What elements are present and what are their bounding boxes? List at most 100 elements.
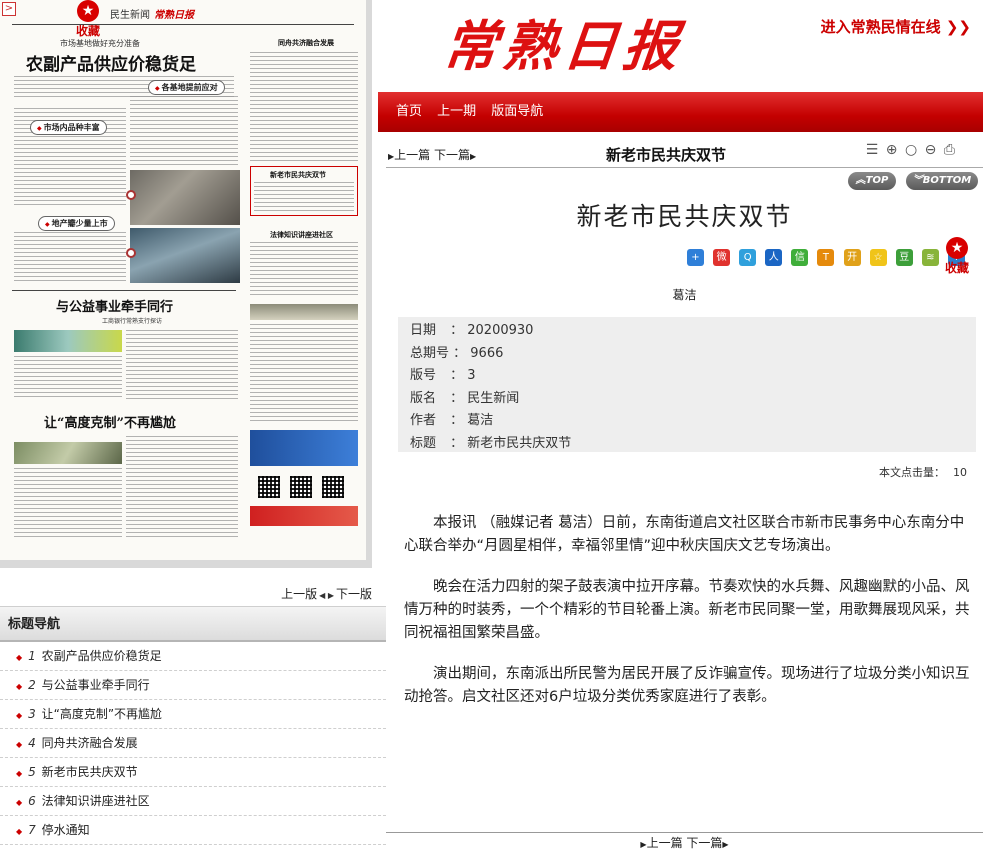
charity-headline-thumb: 与公益事业牵手同行: [56, 300, 174, 315]
qr-code: [290, 476, 312, 498]
favorite-button[interactable]: ★ 收藏: [945, 237, 969, 276]
bottom-label: BOTTOM: [922, 175, 972, 186]
topic-num: 7: [28, 823, 36, 837]
masthead-rule: [12, 24, 354, 25]
topic-item-2[interactable]: ◆ 2 与公益事业牵手同行: [0, 671, 386, 700]
go-to-bottom-button[interactable]: ︾BOTTOM: [906, 172, 978, 190]
topic-label: 新老市民共庆双节: [41, 765, 138, 779]
print-icon[interactable]: ⎙: [944, 142, 955, 158]
topic-item-6[interactable]: ◆ 6 法律知识讲座进社区: [0, 787, 386, 816]
text-block: [126, 330, 238, 400]
photo-marker: [126, 190, 136, 200]
topic-item-1[interactable]: ◆ 1 农副产品供应价稳货足: [0, 642, 386, 671]
article-headline: 新老市民共庆双节: [576, 202, 793, 231]
meta-key: 版名: [410, 390, 437, 406]
photo-vendor: [130, 228, 240, 283]
qr-code: [258, 476, 280, 498]
meta-key: 标题: [410, 435, 437, 451]
plus-share-icon[interactable]: +: [687, 249, 704, 266]
article-toolbar: ▶上一篇 下一篇▶ 新老市民共庆双节 ☰ ⊕ ○ ⊖ ⎙: [386, 141, 983, 168]
double-chevron-up-icon: ︽: [855, 175, 866, 186]
renren-icon[interactable]: 人: [765, 249, 783, 266]
meta-key: 总期号: [410, 345, 450, 361]
next-article-link-bottom[interactable]: 下一篇: [686, 836, 722, 850]
minqing-online-link[interactable]: 进入常熟民情在线 ❯❯: [821, 16, 971, 37]
meta-key: 作者: [410, 413, 437, 428]
meta-page-name: 版名 ： 民生新闻: [410, 388, 976, 411]
topic-label: 停水通知: [41, 823, 90, 837]
text-block: [126, 436, 238, 538]
author-line: 葛洁: [672, 288, 697, 302]
qzone-icon[interactable]: Q: [739, 249, 757, 266]
favorite-button-thumbnail[interactable]: ★ 收藏: [76, 0, 100, 39]
hit-value: 10: [953, 466, 967, 479]
meta-page-num: 版号 ： 3: [410, 365, 976, 388]
prev-article-link-bottom[interactable]: 上一篇: [647, 836, 683, 850]
view-tools: ☰ ⊕ ○ ⊖ ⎙: [863, 142, 955, 158]
myopia-headline-thumb: 让“高度克制”不再尴尬: [44, 416, 176, 431]
kaixin-icon[interactable]: 开: [843, 249, 861, 266]
text-block: [250, 52, 358, 162]
feed-icon[interactable]: ≋: [921, 249, 939, 266]
list-icon[interactable]: ☰: [866, 142, 879, 158]
text-block: [250, 242, 358, 298]
article-meta: 日期 ： 20200930 总期号 ： 9666 版号 ： 3 版名 ： 民生新…: [398, 317, 976, 452]
nav-layout[interactable]: 版面导航: [491, 92, 543, 132]
water-notice-banner: [250, 304, 358, 320]
meta-value: 3: [467, 368, 476, 383]
meta-key: 日期: [410, 323, 437, 338]
topic-item-4[interactable]: ◆ 4 同舟共济融合发展: [0, 729, 386, 758]
hit-counter: 本文点击量： 10: [879, 464, 967, 480]
zoom-in-icon[interactable]: ⊕: [886, 142, 898, 158]
arrows-icon: ◀ ▶: [319, 591, 334, 600]
next-page-link[interactable]: 下一版: [336, 587, 372, 601]
prev-page-link[interactable]: 上一版: [281, 587, 317, 601]
text-block: [14, 356, 122, 400]
site-header: 常熟日报 进入常熟民情在线 ❯❯: [386, 0, 983, 92]
site-logo[interactable]: 常熟日报: [440, 2, 688, 81]
topic-item-3[interactable]: ◆ 3 让“高度克制”不再尴尬: [0, 700, 386, 729]
text-block: [14, 468, 122, 538]
page-pager: 上一版 ◀ ▶ 下一版: [281, 585, 372, 602]
topic-navigation: 标题导航 ◆ 1 农副产品供应价稳货足 ◆ 2 与公益事业牵手同行 ◆ 3 让“高度克…: [0, 606, 386, 845]
law-headline-thumb: 法律知识讲座进社区: [270, 230, 333, 239]
photo-myopia: [14, 442, 122, 464]
hit-label: 本文点击量：: [879, 466, 945, 479]
topic-num: 6: [28, 794, 36, 808]
photo-banner: [14, 330, 122, 352]
ad-banner-blue: [250, 430, 358, 466]
expand-arrow-icon[interactable]: >: [2, 2, 16, 16]
meta-value: 9666: [470, 345, 504, 361]
text-block: [14, 232, 126, 282]
topic-num: 1: [28, 649, 36, 663]
zoom-reset-icon[interactable]: ○: [905, 142, 917, 158]
nav-prev-issue[interactable]: 上一期: [437, 92, 476, 132]
text-block: [254, 182, 354, 212]
bullet-icon: ◆: [16, 682, 23, 691]
newspaper-section-name: 民生新闻: [110, 10, 150, 21]
nav-home[interactable]: 首页: [396, 92, 422, 132]
newspaper-page-thumbnail[interactable]: > ★ 收藏 民生新闻常熟日报 市场基地做好充分准备 农副产品供应价稳货足 各基…: [0, 0, 372, 568]
text-block: [250, 324, 358, 424]
tieba-icon[interactable]: T: [817, 249, 835, 266]
wechat-icon[interactable]: 信: [791, 249, 809, 266]
star-share-icon[interactable]: ☆: [869, 249, 887, 266]
left-panel: > ★ 收藏 民生新闻常熟日报 市场基地做好充分准备 农副产品供应价稳货足 各基…: [0, 0, 386, 852]
article-prevnext-bottom: ▶上一篇 下一篇▶: [386, 832, 983, 852]
topic-num: 2: [28, 678, 36, 692]
douban-icon[interactable]: 豆: [895, 249, 913, 266]
topic-label: 农副产品供应价稳货足: [41, 649, 162, 663]
back-to-top-button[interactable]: ︽TOP: [848, 172, 896, 190]
qr-code: [322, 476, 344, 498]
tongzhou-headline-thumb: 同舟共济融合发展: [278, 38, 334, 47]
topic-item-7[interactable]: ◆ 7 停水通知: [0, 816, 386, 845]
topic-item-5[interactable]: ◆ 5 新老市民共庆双节: [0, 758, 386, 787]
weibo-icon[interactable]: 微: [713, 249, 731, 266]
favorite-label: 收藏: [944, 261, 969, 275]
meta-issue: 总期号 ： 9666: [410, 343, 976, 366]
right-panel: 常熟日报 进入常熟民情在线 ❯❯ 首页 上一期 版面导航 ▶上一篇 下一篇▶ 新…: [378, 0, 983, 852]
photo-marker: [126, 248, 136, 258]
topic-nav-title: 标题导航: [0, 606, 386, 642]
zoom-out-icon[interactable]: ⊖: [925, 142, 937, 158]
topic-num: 3: [28, 707, 36, 721]
